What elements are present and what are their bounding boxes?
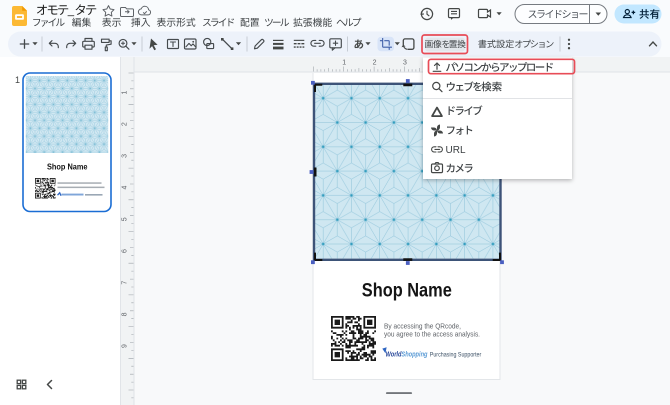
svg-text:6: 6 — [122, 249, 129, 253]
svg-text:you agree to the access analys: you agree to the access analysis. — [384, 330, 480, 339]
svg-text:WorldShopping: WorldShopping — [386, 350, 428, 359]
svg-text:5: 5 — [122, 217, 129, 221]
svg-text:Shop Name: Shop Name — [47, 162, 88, 172]
svg-text:1: 1 — [122, 90, 129, 94]
svg-text:4: 4 — [122, 186, 129, 190]
svg-text:3: 3 — [122, 154, 129, 158]
svg-text:9: 9 — [122, 344, 129, 348]
svg-text:URL: URL — [446, 145, 466, 156]
svg-text:Shop Name: Shop Name — [362, 280, 452, 302]
svg-text:1: 1 — [342, 60, 346, 67]
svg-text:1: 1 — [15, 75, 20, 85]
svg-text:8: 8 — [122, 312, 129, 316]
svg-text:3: 3 — [403, 60, 407, 67]
svg-text:2: 2 — [373, 60, 377, 67]
svg-text:7: 7 — [122, 281, 129, 285]
svg-text:Purchasing Supporter: Purchasing Supporter — [430, 351, 482, 358]
svg-text:2: 2 — [122, 122, 129, 126]
